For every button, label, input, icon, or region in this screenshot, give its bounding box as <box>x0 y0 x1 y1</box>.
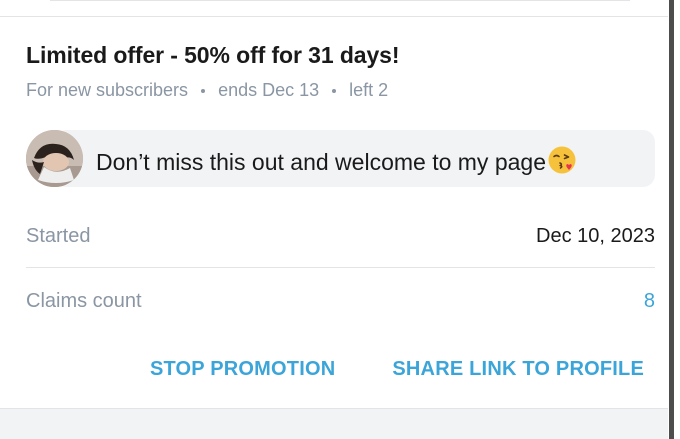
promotion-actions: STOP PROMOTION SHARE LINK TO PROFILE <box>150 358 644 381</box>
promotion-meta: For new subscribers ends Dec 13 left 2 <box>26 80 388 101</box>
next-section-divider <box>0 408 668 439</box>
started-row: Started Dec 10, 2023 <box>26 206 655 268</box>
avatar[interactable] <box>26 130 83 187</box>
promotion-message: Don’t miss this out and welcome to my pa… <box>26 130 655 187</box>
previous-card-inner-edge <box>50 0 630 1</box>
previous-card-edge <box>0 0 668 17</box>
stop-promotion-button[interactable]: STOP PROMOTION <box>150 358 335 381</box>
promotion-title: Limited offer - 50% off for 31 days! <box>26 42 400 68</box>
started-value: Dec 10, 2023 <box>536 225 655 247</box>
claims-count-link[interactable]: 8 <box>644 290 655 313</box>
message-bubble: Don’t miss this out and welcome to my pa… <box>54 130 655 187</box>
share-link-button[interactable]: SHARE LINK TO PROFILE <box>392 358 644 381</box>
promotion-remaining: left 2 <box>349 80 389 100</box>
started-label: Started <box>26 225 91 247</box>
scrollbar[interactable] <box>669 0 674 439</box>
separator-dot <box>332 88 337 93</box>
separator-dot <box>201 88 206 93</box>
promotion-audience: For new subscribers <box>26 80 189 100</box>
kissing-face-emoji-icon <box>547 145 577 181</box>
promotion-end-date: ends Dec 13 <box>218 80 320 100</box>
claims-row: Claims count 8 <box>26 270 655 332</box>
promotion-card: Limited offer - 50% off for 31 days! For… <box>0 18 668 408</box>
claims-label: Claims count <box>26 289 142 312</box>
message-text: Don’t miss this out and welcome to my pa… <box>96 149 546 175</box>
